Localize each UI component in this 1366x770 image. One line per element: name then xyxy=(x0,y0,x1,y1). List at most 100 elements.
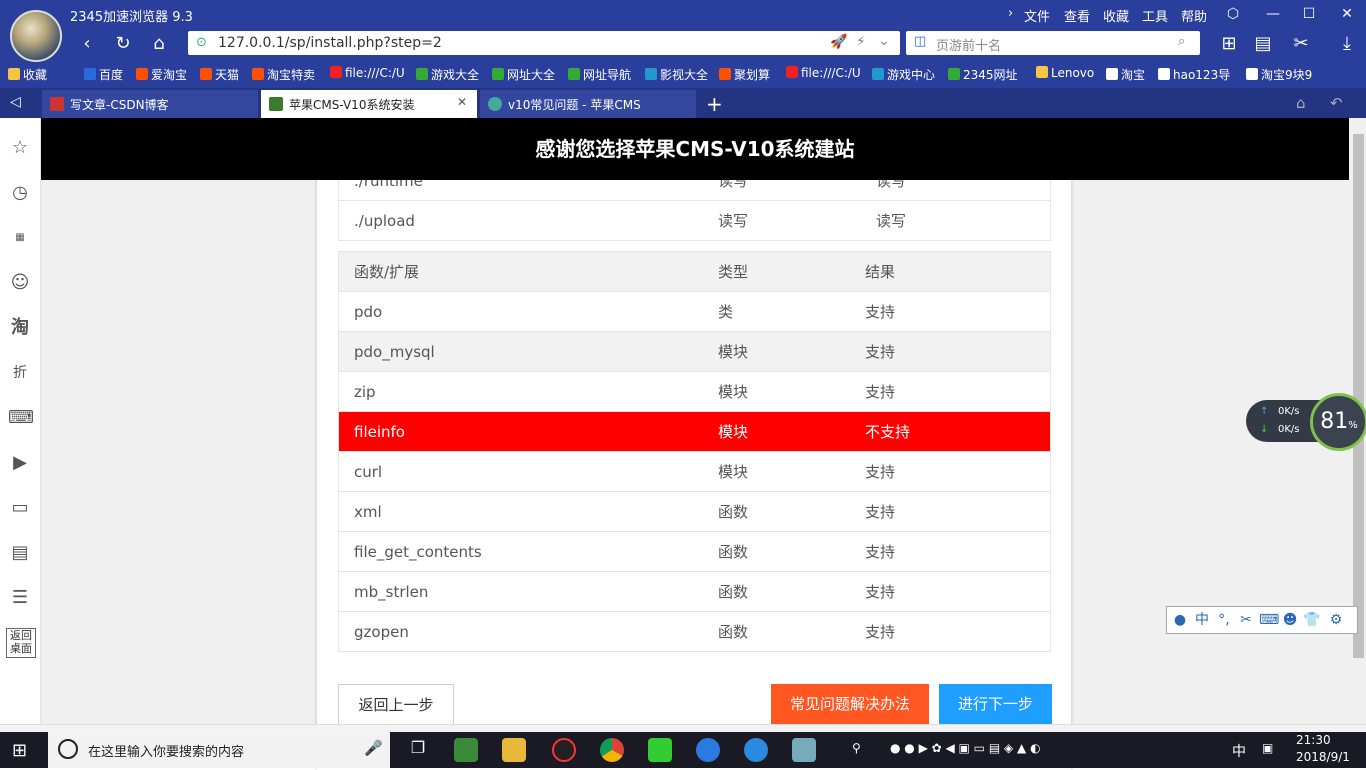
menu-view[interactable]: 查看 xyxy=(1064,6,1090,25)
app-p-icon[interactable] xyxy=(744,738,768,762)
desktop-icon[interactable]: ▭ xyxy=(8,496,32,520)
prev-step-button[interactable]: 返回上一步 xyxy=(338,684,454,726)
bookmark-icon xyxy=(948,68,960,80)
scrollbar-thumb[interactable] xyxy=(1353,134,1364,658)
list-icon[interactable]: ☰ xyxy=(8,586,32,610)
next-step-button[interactable]: 进行下一步 xyxy=(939,684,1052,724)
search-icon[interactable]: ⌕ xyxy=(1178,34,1185,49)
download-app-icon[interactable] xyxy=(648,738,672,762)
bookmark-item[interactable]: 淘宝 xyxy=(1106,66,1145,83)
bookmark-item[interactable]: 网址导航 xyxy=(568,66,631,83)
news-icon[interactable]: ▦ xyxy=(8,226,32,250)
apps-icon[interactable]: ⊞ xyxy=(1218,33,1240,55)
ime-logo-icon[interactable]: ● xyxy=(1171,611,1189,629)
tab-v10-faq[interactable]: v10常见问题 - 苹果CMS xyxy=(480,90,696,118)
favorites-star-icon[interactable]: ☆ xyxy=(8,136,32,160)
browser-2345-icon[interactable] xyxy=(696,738,720,762)
ime-scissors-icon[interactable]: ✂ xyxy=(1237,611,1255,629)
bookmark-item[interactable]: 游戏大全 xyxy=(416,66,479,83)
bookmark-item[interactable]: 2345网址 xyxy=(948,66,1018,83)
ime-mode[interactable]: 中 xyxy=(1193,611,1211,629)
bookmark-item[interactable]: hao123导 xyxy=(1158,66,1230,83)
memory-percent-circle[interactable]: 81% xyxy=(1310,393,1366,451)
bookmark-item[interactable]: 影视大全 xyxy=(645,66,708,83)
rocket-icon[interactable]: 🚀 xyxy=(830,34,847,50)
tray-apps-icon[interactable]: ● ● ▶ ✿ ◀ ▣ ▭ ▤ ◈ ▲ ◐ xyxy=(890,741,1041,755)
app-sogou-icon[interactable] xyxy=(454,738,478,762)
ime-toolbar[interactable]: ● 中 °, ✂ ⌨ ☻ 👕 ⚙ xyxy=(1166,606,1358,634)
cortana-icon xyxy=(58,739,78,759)
menu-file[interactable]: 文件 xyxy=(1024,6,1050,25)
refresh-icon[interactable]: ↻ xyxy=(112,33,134,55)
bookmark-item[interactable]: 收藏 xyxy=(8,66,47,83)
bookmark-item[interactable]: 网址大全 xyxy=(492,66,555,83)
bookmark-item[interactable]: file:///C:/U xyxy=(330,66,405,80)
close-button[interactable]: ✕ xyxy=(1336,4,1358,24)
bookmark-item[interactable]: 淘宝9块9 xyxy=(1246,66,1312,83)
qq-icon[interactable] xyxy=(552,738,576,762)
windows-start-icon[interactable]: ⊞ xyxy=(12,740,27,761)
home-icon[interactable]: ⌂ xyxy=(148,33,170,55)
search-engine-icon[interactable]: ◫ xyxy=(914,34,926,49)
bookmark-label: 聚划算 xyxy=(734,68,771,82)
chevron-down-icon[interactable]: ⌄ xyxy=(878,33,890,49)
bookmark-item[interactable]: 淘宝特卖 xyxy=(252,66,315,83)
clock-time[interactable]: 21:30 xyxy=(1296,733,1331,747)
dir-path: ./upload xyxy=(338,200,718,241)
taobao-icon[interactable]: 淘 xyxy=(8,316,32,340)
tab-manager-icon[interactable]: ⌂ xyxy=(1296,94,1306,112)
url-input[interactable]: ⊙ 127.0.0.1/sp/install.php?step=2 🚀 ⚡ ⌄ xyxy=(188,31,900,55)
bookmark-item[interactable]: 游戏中心 xyxy=(872,66,935,83)
skin-icon[interactable]: ⬡ xyxy=(1222,4,1244,24)
user-avatar[interactable] xyxy=(10,10,62,62)
notepad-icon[interactable] xyxy=(792,738,816,762)
bookmark-item[interactable]: file:///C:/U xyxy=(786,66,861,80)
file-explorer-icon[interactable] xyxy=(502,738,526,762)
menu-tools[interactable]: 工具 xyxy=(1142,6,1168,25)
lightning-icon[interactable]: ⚡ xyxy=(856,34,866,50)
clock-date[interactable]: 2018/9/1 xyxy=(1296,750,1350,764)
bookmark-item[interactable]: 爱淘宝 xyxy=(136,66,187,83)
download-icon[interactable]: ⤓ xyxy=(1336,33,1358,55)
bookmark-item[interactable]: 聚划算 xyxy=(719,66,770,83)
scissors-icon[interactable]: ✂ xyxy=(1290,33,1312,55)
back-to-desktop-button[interactable]: 返回桌面 xyxy=(6,628,36,658)
tab-scroll-left-icon[interactable]: ◁ xyxy=(10,94,21,110)
calculator-icon[interactable]: ▤ xyxy=(8,541,32,565)
tray-notify-icon[interactable]: ▣ xyxy=(1262,741,1273,755)
skin-shirt-icon[interactable]: 👕 xyxy=(1303,611,1321,629)
task-view-icon[interactable]: ❐ xyxy=(406,738,430,762)
bookmark-item[interactable]: Lenovo xyxy=(1036,66,1094,80)
faq-button[interactable]: 常见问题解决办法 xyxy=(771,684,929,724)
ext-result: 支持 xyxy=(865,291,1051,332)
video-icon[interactable]: ▶ xyxy=(8,451,32,475)
menu-help[interactable]: 帮助 xyxy=(1181,6,1207,25)
maximize-button[interactable]: ☐ xyxy=(1298,4,1320,24)
menu-arrow-icon[interactable]: › xyxy=(1008,6,1013,21)
back-icon[interactable]: ‹ xyxy=(76,33,98,55)
bookmark-item[interactable]: 百度 xyxy=(84,66,123,83)
bookmark-item[interactable]: 天猫 xyxy=(200,66,239,83)
menu-favorites[interactable]: 收藏 xyxy=(1103,6,1129,25)
reader-icon[interactable]: ▤ xyxy=(1252,33,1274,55)
ime-settings-icon[interactable]: ⚙ xyxy=(1327,611,1345,629)
gamepad-icon[interactable]: ⌨ xyxy=(8,406,34,430)
new-tab-icon[interactable]: + xyxy=(706,92,723,116)
chrome-icon[interactable] xyxy=(600,738,624,762)
discount-icon[interactable]: 折 xyxy=(8,361,32,385)
user-icon[interactable]: ☻ xyxy=(1281,611,1299,629)
taskbar-search[interactable]: 在这里输入你要搜索的内容 🎤 xyxy=(48,732,390,768)
tab-csdn[interactable]: 写文章-CSDN博客 xyxy=(42,90,258,118)
history-clock-icon[interactable]: ◷ xyxy=(8,181,32,205)
tray-ime[interactable]: 中 xyxy=(1232,741,1246,761)
keyboard-icon[interactable]: ⌨ xyxy=(1259,611,1279,629)
tab-close-icon[interactable]: ✕ xyxy=(457,95,467,109)
minimize-button[interactable]: — xyxy=(1262,4,1284,24)
undo-icon[interactable]: ↶ xyxy=(1330,94,1343,112)
tray-people-icon[interactable]: ⚲ xyxy=(852,741,861,755)
chat-icon[interactable]: ☺ xyxy=(8,271,32,295)
microphone-icon[interactable]: 🎤 xyxy=(364,739,383,757)
search-box[interactable]: ◫ 页游前十名 ⌕ xyxy=(906,31,1200,55)
tab-applecms-install[interactable]: 苹果CMS-V10系统安装 ✕ xyxy=(261,90,477,118)
punctuation-icon[interactable]: °, xyxy=(1215,611,1233,629)
